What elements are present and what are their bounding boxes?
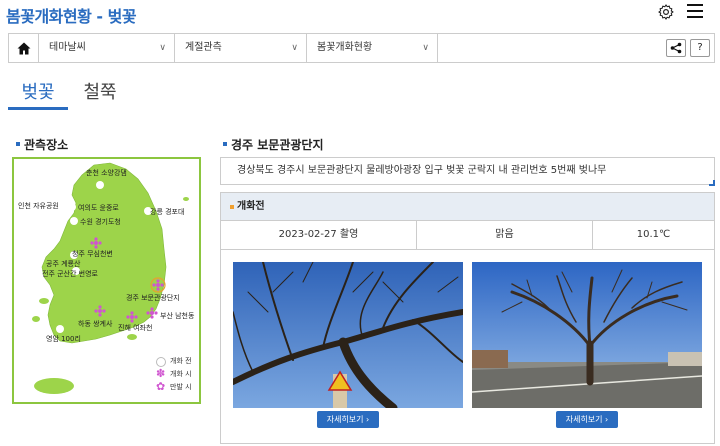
circle-icon <box>156 357 166 367</box>
hamburger-icon[interactable] <box>687 4 703 18</box>
label-jeonju: 전주 군산간 번영로 <box>42 270 98 278</box>
theme-weather-select[interactable]: 테마날씨 ∨ <box>39 34 175 62</box>
bullet-icon <box>223 141 227 146</box>
status-text: 개화전 <box>237 201 265 212</box>
home-button[interactable] <box>9 34 39 62</box>
label-gongju: 공주 계룡산 <box>46 260 81 268</box>
flower-status-select[interactable]: 봄꽃개화현황 ∨ <box>307 34 438 62</box>
label-hadong: 하동 쌍계사 <box>78 320 113 328</box>
photo-closeup <box>233 262 463 408</box>
detail-button-2[interactable]: 자세히보기 › <box>556 411 618 428</box>
label-busan: 부산 남천동 <box>160 312 195 320</box>
chevron-down-icon: ∨ <box>159 43 166 53</box>
gear-icon[interactable] <box>657 3 675 21</box>
observation-date: 2023-02-27 촬영 <box>221 221 417 249</box>
bullet-icon <box>16 141 20 146</box>
marker-yeouido[interactable] <box>68 203 76 211</box>
flower-icon: ✽ <box>156 367 166 380</box>
legend-full-bloom: ✿ 만발 시 <box>156 380 192 393</box>
observation-temperature: 10.1℃ <box>636 229 671 240</box>
marker-gyeongju[interactable] <box>150 277 166 293</box>
label-suwon: 수원 경기도청 <box>80 218 121 226</box>
chevron-down-icon: ∨ <box>291 43 298 53</box>
chevron-down-icon: ∨ <box>422 43 429 53</box>
label-gyeongju: 경주 보문관광단지 <box>126 294 180 302</box>
label-gangneung: 강릉 경포대 <box>150 208 185 216</box>
select-value: 봄꽃개화현황 <box>317 42 373 53</box>
observation-info-row: 2023-02-27 촬영 맑음 10.1℃ <box>221 221 714 250</box>
observation-weather: 맑음 <box>417 221 593 249</box>
marker-suwon[interactable] <box>70 217 78 225</box>
help-button[interactable]: ? <box>690 39 710 57</box>
label-yeouido: 여의도 윤중로 <box>78 204 119 212</box>
status-marker-icon <box>230 205 234 209</box>
detail-button-1[interactable]: 자세히보기 › <box>317 411 379 428</box>
marker-chuncheon[interactable] <box>96 181 104 189</box>
label-jinhae: 진해 여좌천 <box>118 324 153 332</box>
map-section-title: 관측장소 <box>16 136 68 153</box>
map-legend: 개화 전 ✽ 개화 시 ✿ 만발 시 <box>156 355 192 394</box>
observation-panel: 개화전 2023-02-27 촬영 맑음 10.1℃ 자세히보기 › 자세히보기… <box>220 192 715 444</box>
flower-full-icon: ✿ <box>156 380 166 393</box>
location-description: 경상북도 경주시 보문관광단지 물레방아광장 입구 벚꽃 군락지 내 관리번호 … <box>220 157 715 186</box>
label-yeongam: 영암 100리 <box>46 335 81 343</box>
share-icon <box>670 42 682 54</box>
tab-azalea[interactable]: 철쭉 <box>74 78 126 110</box>
label-cheongju: 청주 무심천변 <box>72 250 113 258</box>
observation-map: 춘천 소양강댐 인천 자유공원 여의도 윤중로 수원 경기도청 강릉 경포대 청… <box>12 157 201 404</box>
tab-cherry-blossom[interactable]: 벚꽃 <box>8 78 68 110</box>
label-chuncheon: 춘천 소양강댐 <box>86 169 127 177</box>
home-icon <box>17 42 30 54</box>
page-title: 봄꽃개화현황 - 벚꽃 <box>6 7 137 26</box>
marker-yeongam[interactable] <box>56 325 64 333</box>
status-header: 개화전 <box>221 193 714 221</box>
breadcrumb-nav: 테마날씨 ∨ 계절관측 ∨ 봄꽃개화현황 ∨ ? <box>8 33 715 63</box>
header: 봄꽃개화현황 - 벚꽃 <box>0 0 720 26</box>
seasonal-observation-select[interactable]: 계절관측 ∨ <box>175 34 307 62</box>
share-button[interactable] <box>666 39 686 57</box>
photo-wideview <box>472 262 702 408</box>
select-value: 테마날씨 <box>49 42 86 53</box>
label-incheon: 인천 자유공원 <box>18 202 59 210</box>
corner-accent <box>709 180 715 186</box>
location-title: 경주 보문관광단지 <box>223 136 324 153</box>
select-value: 계절관측 <box>185 42 222 53</box>
